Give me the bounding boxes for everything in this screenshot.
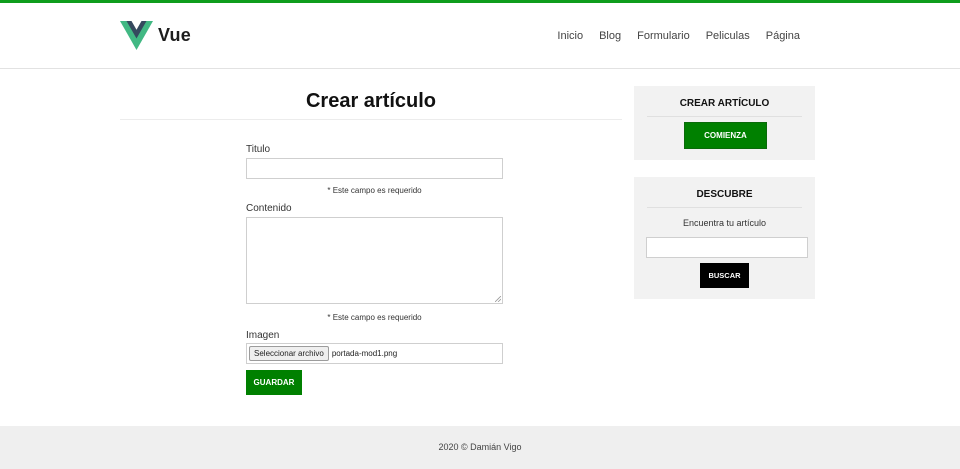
logo[interactable]: Vue xyxy=(120,21,191,50)
footer-copyright: 2020 © Damián Vigo xyxy=(438,442,522,452)
image-file-input[interactable]: Seleccionar archivo portada-mod1.png xyxy=(246,343,503,364)
resize-grip-icon[interactable] xyxy=(495,296,501,302)
content-label: Contenido xyxy=(246,203,292,214)
title-divider xyxy=(120,119,622,120)
logo-text: Vue xyxy=(158,25,191,45)
nav-link-blog[interactable]: Blog xyxy=(599,30,621,42)
discover-card-title: DESCUBRE xyxy=(696,189,753,200)
title-label: Titulo xyxy=(246,144,271,155)
vue-logo-icon xyxy=(120,21,153,50)
nav-link-pagina[interactable]: Página xyxy=(766,30,800,42)
main-nav: Inicio Blog Formulario Peliculas Página xyxy=(541,30,800,42)
discover-card: DESCUBRE Encuentra tu artículo BUSCAR xyxy=(634,177,815,299)
site-footer: 2020 © Damián Vigo xyxy=(0,426,960,469)
nav-link-inicio[interactable]: Inicio xyxy=(557,30,583,42)
search-input[interactable] xyxy=(646,237,808,258)
card-divider xyxy=(647,116,802,117)
discover-card-text: Encuentra tu artículo xyxy=(682,218,767,228)
content-required-message: * Este campo es requerido xyxy=(327,313,422,322)
content-textarea[interactable] xyxy=(246,217,503,304)
nav-link-peliculas[interactable]: Peliculas xyxy=(706,30,750,42)
create-article-card-title: CREAR ARTÍCULO xyxy=(679,98,770,109)
search-button[interactable]: BUSCAR xyxy=(700,263,749,288)
image-label: Imagen xyxy=(246,330,280,341)
create-article-card: CREAR ARTÍCULO COMIENZA xyxy=(634,86,815,160)
page-title: Crear artículo xyxy=(305,90,437,112)
save-button[interactable]: GUARDAR xyxy=(246,370,302,395)
site-header: Vue Inicio Blog Formulario Peliculas Pág… xyxy=(0,3,960,69)
selected-file-name: portada-mod1.png xyxy=(331,349,398,358)
start-button[interactable]: COMIENZA xyxy=(684,122,767,149)
title-input[interactable] xyxy=(246,158,503,179)
select-file-button[interactable]: Seleccionar archivo xyxy=(249,346,329,361)
title-required-message: * Este campo es requerido xyxy=(327,186,422,195)
nav-link-formulario[interactable]: Formulario xyxy=(637,30,690,42)
card-divider xyxy=(647,207,802,208)
